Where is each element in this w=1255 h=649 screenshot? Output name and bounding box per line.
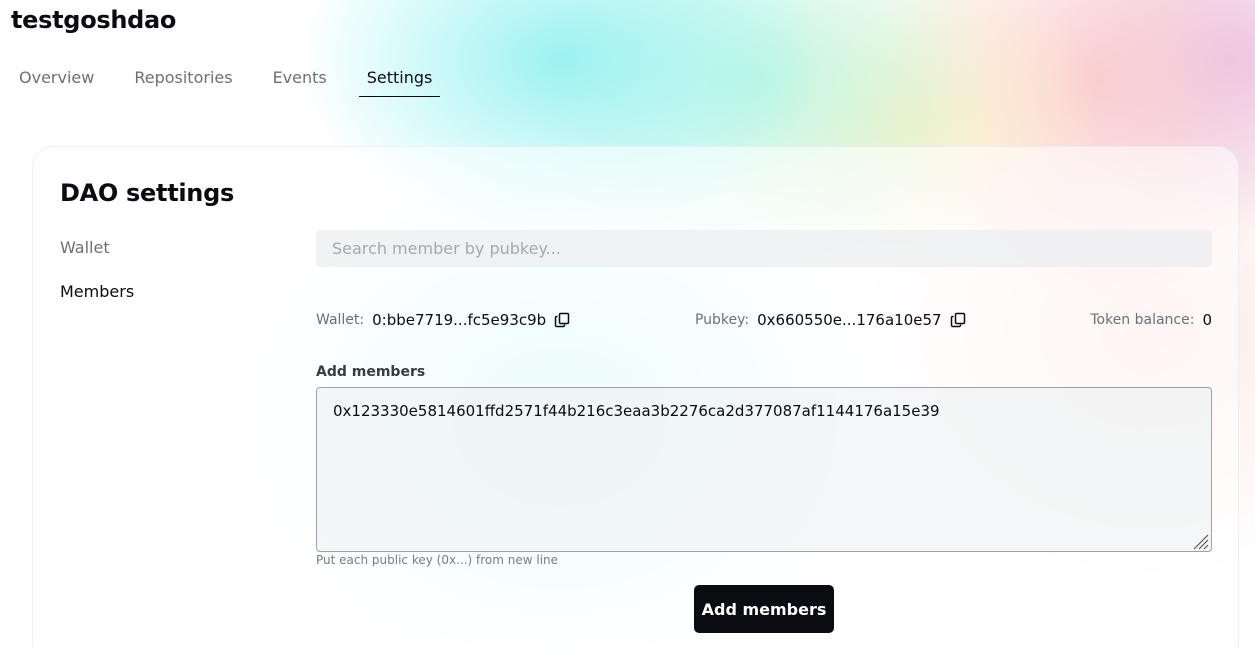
tab-settings[interactable]: Settings — [358, 64, 441, 97]
side-nav-item-members[interactable]: Members — [60, 283, 134, 301]
wallet-info: Wallet: 0:bbe7719...fc5e93c9b — [316, 311, 570, 329]
member-info-row: Wallet: 0:bbe7719...fc5e93c9b Pubkey: 0x… — [316, 309, 1212, 331]
settings-card: DAO settings Wallet Members Wallet: 0:bb… — [32, 146, 1239, 649]
add-members-label: Add members — [316, 364, 426, 380]
side-nav-item-wallet[interactable]: Wallet — [60, 239, 134, 257]
token-balance-value: 0 — [1202, 311, 1212, 329]
add-members-button[interactable]: Add members — [694, 585, 834, 633]
add-members-textarea[interactable]: 0x123330e5814601ffd2571f44b216c3eaa3b227… — [316, 387, 1212, 552]
settings-side-nav: Wallet Members — [60, 239, 134, 327]
resize-grip-icon[interactable] — [1191, 532, 1209, 550]
dao-name: testgoshdao — [11, 6, 177, 34]
wallet-address: 0:bbe7719...fc5e93c9b — [372, 311, 547, 329]
wallet-label: Wallet: — [316, 312, 365, 328]
pubkey-label: Pubkey: — [694, 312, 750, 328]
pubkey-info: Pubkey: 0x660550e...176a10e57 — [695, 311, 966, 329]
settings-title: DAO settings — [60, 179, 234, 207]
app: testgoshdao Overview Repositories Events… — [0, 0, 1255, 649]
pubkey-value: 0x660550e...176a10e57 — [757, 311, 942, 329]
tab-bar: Overview Repositories Events Settings — [11, 64, 464, 97]
copy-icon[interactable] — [554, 312, 570, 328]
token-balance-info: Token balance: 0 — [1090, 311, 1212, 329]
member-search-input[interactable] — [316, 230, 1212, 267]
token-balance-label: Token balance: — [1090, 312, 1195, 328]
copy-icon[interactable] — [950, 312, 966, 328]
add-members-hint: Put each public key (0x...) from new lin… — [316, 553, 559, 567]
tab-events[interactable]: Events — [265, 64, 335, 97]
tab-repositories[interactable]: Repositories — [126, 64, 240, 97]
tab-overview[interactable]: Overview — [11, 64, 102, 97]
